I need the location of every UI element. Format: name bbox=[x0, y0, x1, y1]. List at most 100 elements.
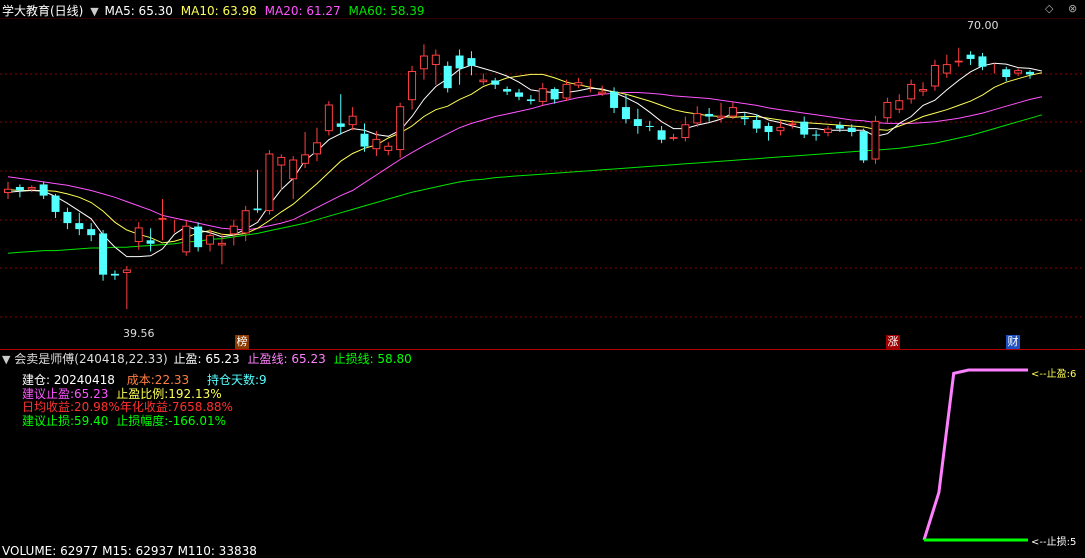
candle-body bbox=[621, 107, 630, 120]
candle bbox=[515, 89, 523, 101]
candle-body bbox=[301, 154, 310, 164]
candle bbox=[99, 229, 108, 281]
candle bbox=[1002, 66, 1011, 82]
candle bbox=[812, 130, 821, 141]
hold-days-value: 持仓天数:9 bbox=[207, 373, 267, 387]
candle bbox=[823, 125, 832, 137]
candle bbox=[158, 199, 167, 241]
candle-body bbox=[87, 229, 96, 236]
candle-body bbox=[942, 64, 951, 74]
candle-body bbox=[883, 101, 892, 119]
candle bbox=[907, 79, 916, 104]
candle-body bbox=[27, 187, 36, 190]
candlestick-series bbox=[4, 44, 1034, 310]
candle bbox=[740, 113, 749, 126]
candle-body bbox=[776, 126, 785, 132]
ma60-line bbox=[7, 114, 1043, 254]
candle-body bbox=[752, 119, 761, 129]
candle-body bbox=[907, 83, 916, 100]
volume-header: VOLUME: 62977 M15: 62937 M110: 33838 bbox=[2, 544, 257, 558]
candle-body bbox=[253, 208, 262, 211]
candle-body bbox=[550, 89, 559, 100]
candle bbox=[301, 132, 310, 169]
candle-body bbox=[241, 210, 250, 234]
indicator-name[interactable]: 会卖是师傅(240418,22.33) bbox=[14, 352, 167, 366]
candle bbox=[253, 169, 262, 213]
candle-body bbox=[277, 156, 286, 166]
candle-body bbox=[479, 79, 488, 83]
candle-body bbox=[633, 119, 642, 126]
price-chart[interactable] bbox=[0, 0, 1085, 550]
moving-average-lines bbox=[7, 62, 1043, 258]
candle-body bbox=[396, 106, 405, 151]
candle bbox=[443, 61, 452, 93]
event-marker-bang[interactable]: 榜 bbox=[235, 335, 249, 349]
candle bbox=[859, 128, 868, 163]
candle-body bbox=[158, 217, 167, 220]
candle-body bbox=[75, 223, 84, 230]
candle-body bbox=[847, 127, 856, 133]
candle-body bbox=[408, 70, 417, 101]
candle-body bbox=[1026, 71, 1034, 75]
candle bbox=[800, 116, 809, 139]
candle-body bbox=[99, 233, 108, 275]
candle-body bbox=[491, 80, 500, 85]
take-profit-tag: <--止盈:6 bbox=[1031, 369, 1077, 380]
candle-body bbox=[1014, 70, 1023, 74]
candle-body bbox=[289, 159, 298, 180]
candle-body bbox=[217, 242, 226, 246]
candle-body bbox=[206, 235, 215, 245]
low-price-label: 39.56 bbox=[123, 327, 155, 340]
indicator-header: ▼ 会卖是师傅(240418,22.33) 止盈: 65.23 止盈线: 65.… bbox=[2, 351, 412, 367]
event-marker-zhang[interactable]: 涨 bbox=[886, 335, 900, 349]
candle bbox=[930, 59, 939, 91]
candle-body bbox=[657, 130, 666, 140]
candle bbox=[265, 150, 274, 215]
candle-body bbox=[455, 55, 464, 69]
candle bbox=[384, 142, 393, 156]
candle bbox=[289, 156, 298, 200]
candle bbox=[954, 47, 963, 67]
candle bbox=[657, 125, 666, 144]
candle bbox=[4, 181, 12, 200]
candle bbox=[110, 270, 119, 280]
candle-body bbox=[800, 121, 809, 135]
candle-body bbox=[384, 145, 393, 151]
stop-loss-tag: <--止损:5 bbox=[1031, 537, 1077, 548]
candle bbox=[194, 222, 203, 252]
candle-body bbox=[229, 225, 238, 235]
candle bbox=[39, 181, 48, 200]
candle bbox=[752, 114, 761, 133]
candle-body bbox=[764, 125, 773, 133]
candle-body bbox=[740, 117, 749, 120]
collapse-arrow-icon[interactable]: ▼ bbox=[2, 353, 10, 366]
candle-body bbox=[895, 100, 904, 110]
candle-body bbox=[15, 187, 24, 191]
info-row-returns: 日均收益:20.98%年化收益:7658.88% bbox=[22, 401, 233, 414]
candle-body bbox=[919, 89, 928, 92]
candle-body bbox=[788, 123, 797, 126]
indicator-plot bbox=[922, 368, 1028, 542]
candle-body bbox=[859, 131, 868, 161]
candle bbox=[728, 101, 737, 120]
candle-body bbox=[134, 227, 143, 243]
candle-body bbox=[467, 58, 476, 66]
candle-body bbox=[812, 134, 821, 136]
candle-body bbox=[182, 225, 191, 253]
candle-body bbox=[312, 142, 321, 155]
candle bbox=[431, 49, 440, 85]
daily-return: 日均收益:20.98% bbox=[22, 400, 120, 414]
candle bbox=[63, 207, 72, 230]
candle-body bbox=[645, 125, 654, 127]
candle bbox=[895, 94, 904, 114]
take-profit-curve bbox=[922, 368, 1028, 541]
candle bbox=[669, 133, 678, 141]
candle bbox=[871, 115, 880, 164]
event-marker-cai[interactable]: 财 bbox=[1006, 335, 1020, 349]
candle-body bbox=[122, 269, 131, 273]
candle-body bbox=[360, 133, 369, 147]
candle bbox=[455, 49, 464, 85]
candle bbox=[87, 223, 96, 242]
candle-body bbox=[669, 137, 678, 139]
candle-body bbox=[110, 273, 119, 276]
